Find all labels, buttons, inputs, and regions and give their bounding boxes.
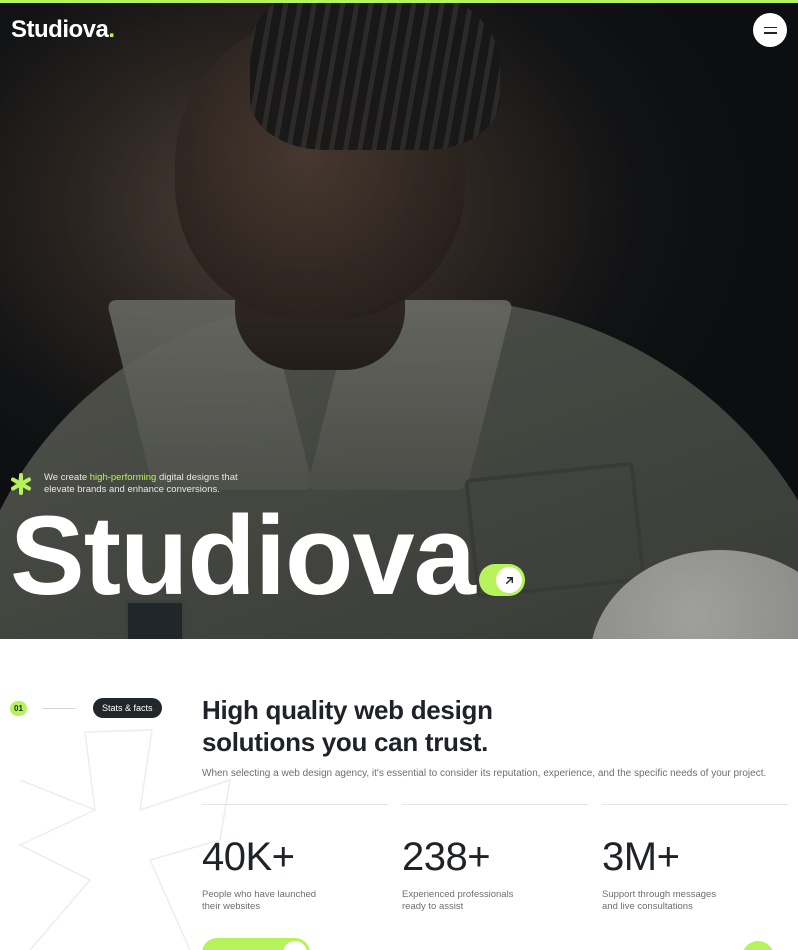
- stat-item: 238+ Experienced professionals ready to …: [402, 804, 588, 913]
- tagline-highlight: high-performing: [89, 472, 157, 483]
- hamburger-icon-line: [763, 32, 777, 34]
- stat-divider: [402, 804, 588, 805]
- section-badge: Stats & facts: [93, 698, 162, 718]
- hero-title: Studiova: [10, 493, 476, 618]
- section-step-line: [42, 708, 76, 709]
- hamburger-icon: [763, 26, 777, 28]
- arrow-up-right-icon: [505, 576, 513, 584]
- stat-divider: [602, 804, 788, 805]
- section-step-number: 01: [10, 701, 27, 716]
- cta-knob: [496, 567, 522, 593]
- stats-title: High quality web design solutions you ca…: [202, 695, 493, 757]
- stat-item: 3M+ Support through messages and live co…: [602, 804, 788, 913]
- stat-label: People who have launched their websites: [202, 889, 317, 912]
- stat-label: Support through messages and live consul…: [602, 889, 717, 912]
- top-accent-line: [0, 0, 798, 3]
- stats-cta-button[interactable]: [202, 938, 310, 950]
- menu-button[interactable]: [753, 13, 787, 47]
- cta-knob: [283, 941, 307, 950]
- stats-description: When selecting a web design agency, it's…: [202, 768, 767, 779]
- logo-dot: .: [108, 16, 115, 43]
- tagline-part: We create: [44, 472, 90, 483]
- logo-text: Studiova: [11, 16, 109, 43]
- hero-cta-button[interactable]: [479, 564, 525, 596]
- stat-value: 40K+: [202, 835, 295, 879]
- stat-value: 3M+: [602, 835, 680, 879]
- site-logo[interactable]: Studiova.: [11, 16, 115, 44]
- scroll-to-top-button[interactable]: [742, 941, 774, 950]
- stat-value: 238+: [402, 835, 491, 879]
- stat-divider: [202, 804, 388, 805]
- stat-label: Experienced professionals ready to assis…: [402, 889, 514, 912]
- stat-item: 40K+ People who have launched their webs…: [202, 804, 388, 913]
- asterisk-icon: [10, 473, 32, 495]
